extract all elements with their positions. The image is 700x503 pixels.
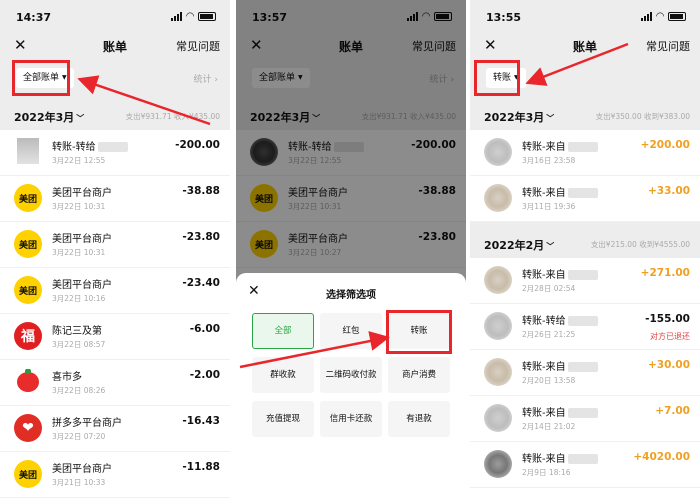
nav-bar: ✕ 账单 常见问题	[0, 30, 230, 60]
month-header: 2022年2月 ﹀ 支出¥215.00 收到¥4555.00	[470, 228, 700, 258]
option-credit-card[interactable]: 信用卡还款	[320, 401, 382, 437]
chevron-down-icon: ﹀	[546, 114, 555, 123]
status-time: 14:37	[16, 11, 52, 24]
annotation-highlight-box	[386, 310, 452, 354]
list-item[interactable]: 美团 美团平台商户 3月22日 10:31 -23.80	[0, 222, 230, 268]
list-item[interactable]: 福陈记三及第 3月22日 08:57 -6.00	[0, 314, 230, 360]
refund-note: 对方已退还	[650, 332, 690, 341]
signal-icon	[641, 12, 653, 21]
month-selector[interactable]: 2022年3月 ﹀	[14, 109, 84, 125]
signal-icon	[171, 12, 183, 21]
avatar	[484, 450, 512, 478]
avatar	[484, 184, 512, 212]
option-group-collect[interactable]: 群收款	[252, 357, 314, 393]
list-item[interactable]: 转账-来自 2月20日 13:58 +30.00	[470, 350, 700, 396]
sheet-title: 选择筛选项	[326, 290, 376, 301]
filter-sheet: ✕ 选择筛选项 全部 红包 转账 群收款 二维码收付款 商户消费 充值提现 信用…	[236, 273, 466, 503]
avatar	[484, 266, 512, 294]
meituan-logo-icon: 美团	[14, 230, 42, 258]
faq-link[interactable]: 常见问题	[646, 38, 690, 54]
avatar	[17, 138, 39, 164]
transaction-list: 转账-来自 2月28日 02:54 +271.00 转账-转给 2月26日 21:25…	[470, 258, 700, 503]
annotation-highlight-box	[12, 60, 70, 96]
list-item[interactable]: 转账-来自 3月16日 23:58 +200.00	[470, 130, 700, 176]
month-summary: 支出¥350.00 收到¥383.00	[595, 112, 690, 121]
list-item[interactable]: 喜市多 3月22日 08:26 -2.00	[0, 360, 230, 406]
avatar	[484, 404, 512, 432]
option-red-packet[interactable]: 红包	[320, 313, 382, 349]
month-header: 2022年3月 ﹀ 支出¥931.71 收入¥435.00	[0, 100, 230, 130]
option-merchant[interactable]: 商户消费	[388, 357, 450, 393]
status-bar: 13:55 ◠	[470, 0, 700, 30]
bill-screen-all: 14:37 ◠ ✕ 账单 常见问题 全部账单 ▼ 统计 › 2022年3月 ﹀ 支…	[0, 0, 230, 503]
transaction-list: 转账-转给 3月22日 12:55 -200.00 美团 美团平台商户 3月22日 10…	[0, 130, 230, 503]
option-qr-payment[interactable]: 二维码收付款	[320, 357, 382, 393]
wifi-icon: ◠	[656, 11, 664, 22]
avatar	[484, 312, 512, 340]
stats-link[interactable]: 统计 ›	[194, 72, 218, 85]
list-item[interactable]: 美团 美团平台商户 3月21日 10:33 -11.88	[0, 452, 230, 498]
bill-screen-filter-sheet: 13:57 ◠ ✕ 账单 常见问题 全部账单 ▼ 统计 › 2022年3月 ﹀ 支…	[236, 0, 466, 503]
wifi-icon: ◠	[186, 11, 194, 22]
avatar	[484, 358, 512, 386]
battery-icon	[668, 12, 686, 21]
list-item[interactable]: 转账-来自 2月9日 18:16 +4020.00	[470, 442, 700, 488]
list-item[interactable]: 转账-来自 3月11日 19:36 +33.00	[470, 176, 700, 222]
meituan-logo-icon: 美团	[14, 460, 42, 488]
meituan-logo-icon: 美团	[14, 184, 42, 212]
list-item[interactable]: 转账-转给 3月22日 12:55 -200.00	[0, 130, 230, 176]
month-selector[interactable]: 2022年2月 ﹀	[484, 237, 554, 253]
option-topup-withdraw[interactable]: 充值提现	[252, 401, 314, 437]
avatar	[484, 138, 512, 166]
list-item[interactable]: 转账-来自 2月14日 21:02 +7.00	[470, 396, 700, 442]
month-summary: 支出¥931.71 收入¥435.00	[125, 112, 220, 121]
meituan-logo-icon: 美团	[14, 276, 42, 304]
battery-icon	[198, 12, 216, 21]
bill-screen-transfer: 13:55 ◠ ✕ 账单 常见问题 转账 ▼ 2022年3月 ﹀ 支出¥350.0…	[470, 0, 700, 503]
status-bar: 14:37 ◠	[0, 0, 230, 30]
transaction-list: 转账-来自 3月16日 23:58 +200.00 转账-来自 3月11日 19:36…	[470, 130, 700, 222]
tomato-logo-icon	[14, 368, 42, 396]
month-summary: 支出¥215.00 收到¥4555.00	[590, 240, 690, 249]
nav-bar: ✕ 账单 常见问题	[470, 30, 700, 60]
pinduoduo-logo-icon: ❤	[14, 414, 42, 442]
list-item[interactable]: ❤ 拼多多平台商户 3月22日 07:20 -16.43	[0, 406, 230, 452]
option-refunded[interactable]: 有退款	[388, 401, 450, 437]
list-item[interactable]: 美团 美团平台商户 3月22日 10:31 -38.88	[0, 176, 230, 222]
annotation-highlight-box	[474, 60, 520, 96]
month-selector[interactable]: 2022年3月 ﹀	[484, 109, 554, 125]
status-time: 13:55	[486, 11, 522, 24]
chevron-down-icon: ﹀	[76, 114, 85, 123]
list-item[interactable]: 转账-来自 2月28日 02:54 +271.00	[470, 258, 700, 304]
list-item[interactable]: 美团 美团平台商户 3月22日 10:16 -23.40	[0, 268, 230, 314]
faq-link[interactable]: 常见问题	[176, 38, 220, 54]
chevron-down-icon: ﹀	[546, 242, 555, 251]
option-all[interactable]: 全部	[252, 313, 314, 349]
fortune-logo-icon: 福	[14, 322, 42, 350]
month-header: 2022年3月 ﹀ 支出¥350.00 收到¥383.00	[470, 100, 700, 130]
list-item[interactable]: 转账-转给 2月26日 21:25 -155.00 对方已退还	[470, 304, 700, 350]
